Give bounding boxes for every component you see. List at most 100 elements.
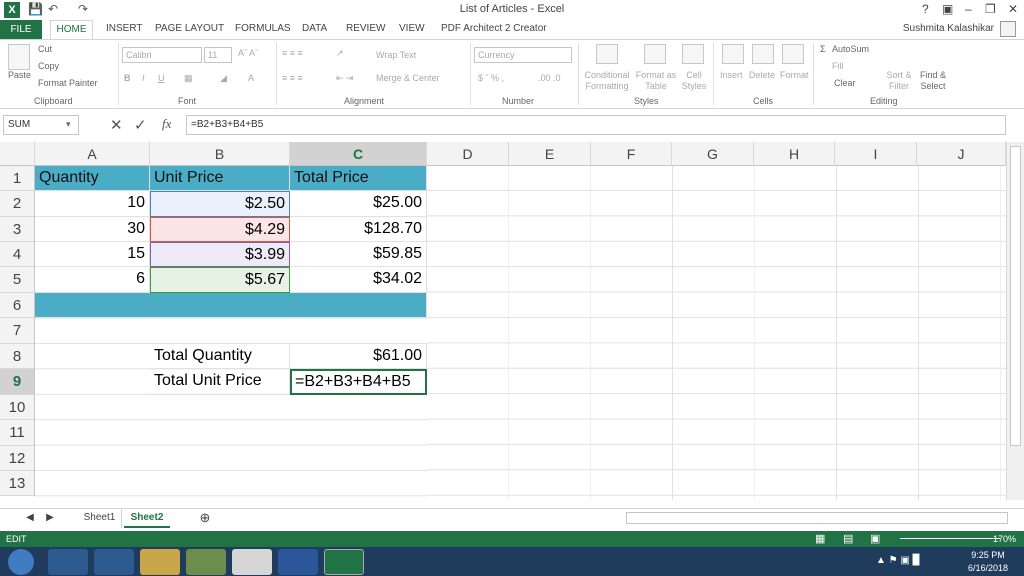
insert-button[interactable]: Insert bbox=[720, 70, 743, 80]
grow-font-icon[interactable]: Aˆ Aˇ bbox=[238, 48, 258, 58]
italic-button[interactable]: I bbox=[142, 73, 145, 83]
row-header-5[interactable]: 5 bbox=[0, 267, 35, 293]
delete-cells-icon[interactable] bbox=[752, 44, 774, 64]
column-header-g[interactable]: G bbox=[672, 142, 754, 166]
wrap-text-button[interactable]: Wrap Text bbox=[376, 50, 416, 60]
page-layout-view-icon[interactable]: ▤ bbox=[843, 532, 853, 545]
tray-icons[interactable]: ▲ ⚑ ▣ ▉ bbox=[876, 555, 920, 566]
fill-color-icon[interactable]: ◢ bbox=[220, 73, 227, 84]
formula-input[interactable]: =B2+B3+B4+B5 bbox=[186, 115, 1006, 135]
clock-date[interactable]: 6/16/2018 bbox=[958, 563, 1018, 573]
cell-b8[interactable]: Total Quantity bbox=[150, 344, 290, 369]
cancel-icon[interactable]: ✕ bbox=[110, 116, 123, 134]
row-header-13[interactable]: 13 bbox=[0, 471, 35, 496]
delete-button[interactable]: Delete bbox=[749, 70, 775, 80]
row-header-11[interactable]: 11 bbox=[0, 420, 35, 446]
tab-page-layout[interactable]: PAGE LAYOUT bbox=[155, 23, 224, 34]
cell-b9[interactable]: Total Unit Price bbox=[150, 369, 290, 395]
cell-b5[interactable]: $5.67 bbox=[150, 267, 290, 293]
tab-file[interactable]: FILE bbox=[0, 20, 42, 39]
scroll-thumb[interactable] bbox=[1010, 146, 1021, 446]
name-box-dropdown-icon[interactable]: ▾ bbox=[66, 119, 71, 130]
copy-button[interactable]: Copy bbox=[38, 61, 59, 71]
word-icon[interactable] bbox=[278, 549, 318, 575]
row-header-9[interactable]: 9 bbox=[0, 369, 35, 395]
format-button[interactable]: Format bbox=[780, 70, 809, 80]
row-header-3[interactable]: 3 bbox=[0, 217, 35, 242]
sheet-tab-sheet2[interactable]: Sheet2 bbox=[124, 508, 170, 528]
borders-icon[interactable]: ▦ bbox=[184, 73, 193, 84]
tab-formulas[interactable]: FORMULAS bbox=[235, 23, 291, 34]
sheet-tab-sheet1[interactable]: Sheet1 bbox=[78, 508, 122, 528]
internet-explorer-icon[interactable] bbox=[48, 549, 88, 575]
row-header-6[interactable]: 6 bbox=[0, 293, 35, 318]
number-format-select[interactable]: Currency bbox=[474, 47, 572, 63]
restore-icon[interactable]: ❐ bbox=[985, 2, 996, 16]
worksheet-grid[interactable]: A B C D E F G H I J 1 2 3 4 5 6 7 8 9 10… bbox=[0, 142, 1006, 500]
sort-filter-button[interactable]: Sort & Filter bbox=[884, 70, 914, 92]
merge-center-button[interactable]: Merge & Center bbox=[376, 73, 440, 83]
cell-b2[interactable]: $2.50 bbox=[150, 191, 290, 217]
format-table-button[interactable]: Format as Table bbox=[635, 70, 677, 92]
fill-button[interactable]: Fill bbox=[832, 61, 844, 71]
new-sheet-icon[interactable]: ⊕ bbox=[196, 508, 214, 528]
font-size-input[interactable]: 11 bbox=[204, 47, 232, 63]
cell-a2[interactable]: 10 bbox=[35, 191, 150, 217]
row-header-7[interactable]: 7 bbox=[0, 318, 35, 344]
autosum-button[interactable]: AutoSum bbox=[832, 44, 869, 54]
help-icon[interactable]: ? bbox=[922, 2, 929, 16]
row-header-10[interactable]: 10 bbox=[0, 395, 35, 420]
column-header-d[interactable]: D bbox=[427, 142, 509, 166]
orientation-icon[interactable]: ↗ bbox=[336, 48, 344, 59]
chrome-icon[interactable] bbox=[232, 549, 272, 575]
cell-a1[interactable]: Quantity bbox=[35, 166, 150, 191]
cell-c2[interactable]: $25.00 bbox=[290, 191, 427, 217]
empty-cells[interactable] bbox=[427, 166, 1006, 500]
zoom-level[interactable]: 170% bbox=[993, 534, 1016, 544]
file-explorer-icon[interactable] bbox=[140, 549, 180, 575]
cut-button[interactable]: Cut bbox=[38, 44, 52, 54]
align-left-icon[interactable]: ≡ ≡ ≡ bbox=[282, 73, 303, 83]
column-header-c[interactable]: C bbox=[290, 142, 427, 166]
find-select-button[interactable]: Find & Select bbox=[918, 70, 948, 92]
row-header-8[interactable]: 8 bbox=[0, 344, 35, 369]
user-name[interactable]: Sushmita Kalashikar bbox=[903, 23, 994, 34]
column-header-b[interactable]: B bbox=[150, 142, 290, 166]
cell-a3[interactable]: 30 bbox=[35, 217, 150, 242]
cell-c8[interactable]: $61.00 bbox=[290, 344, 427, 369]
format-table-icon[interactable] bbox=[644, 44, 666, 64]
tab-data[interactable]: DATA bbox=[302, 23, 327, 34]
excel-taskbar-icon[interactable] bbox=[324, 549, 364, 575]
underline-button[interactable]: U bbox=[158, 73, 165, 83]
cell-b3[interactable]: $4.29 bbox=[150, 217, 290, 242]
clock-time[interactable]: 9:25 PM bbox=[958, 550, 1018, 560]
close-icon[interactable]: ✕ bbox=[1008, 2, 1018, 16]
media-player-icon[interactable] bbox=[94, 549, 134, 575]
scroll-left-icon[interactable]: ◀ bbox=[20, 508, 40, 528]
insert-cells-icon[interactable] bbox=[722, 44, 744, 64]
row-header-1[interactable]: 1 bbox=[0, 166, 35, 191]
column-header-f[interactable]: F bbox=[591, 142, 672, 166]
tab-home[interactable]: HOME bbox=[50, 20, 93, 40]
tab-insert[interactable]: INSERT bbox=[106, 23, 143, 34]
font-name-input[interactable]: Calibri bbox=[122, 47, 202, 63]
scroll-right-icon[interactable]: ▶ bbox=[40, 508, 60, 528]
font-color-icon[interactable]: A bbox=[248, 73, 254, 83]
align-top-icon[interactable]: ≡ ≡ ≡ bbox=[282, 48, 303, 58]
clear-button[interactable]: Clear bbox=[834, 78, 856, 88]
insert-function-icon[interactable]: fx bbox=[162, 116, 171, 132]
page-break-view-icon[interactable]: ▣ bbox=[870, 532, 880, 545]
cell-c5[interactable]: $34.02 bbox=[290, 267, 427, 293]
minimize-icon[interactable]: – bbox=[965, 2, 972, 16]
cell-c3[interactable]: $128.70 bbox=[290, 217, 427, 242]
column-header-e[interactable]: E bbox=[509, 142, 591, 166]
column-header-a[interactable]: A bbox=[35, 142, 150, 166]
sticky-notes-icon[interactable] bbox=[186, 549, 226, 575]
cell-a4[interactable]: 15 bbox=[35, 242, 150, 267]
bold-button[interactable]: B bbox=[124, 73, 131, 83]
paste-icon[interactable] bbox=[8, 44, 30, 70]
normal-view-icon[interactable]: ▦ bbox=[815, 532, 825, 545]
tab-pdf-architect[interactable]: PDF Architect 2 Creator bbox=[441, 23, 547, 34]
paste-button[interactable]: Paste bbox=[8, 70, 31, 80]
tab-review[interactable]: REVIEW bbox=[346, 23, 385, 34]
